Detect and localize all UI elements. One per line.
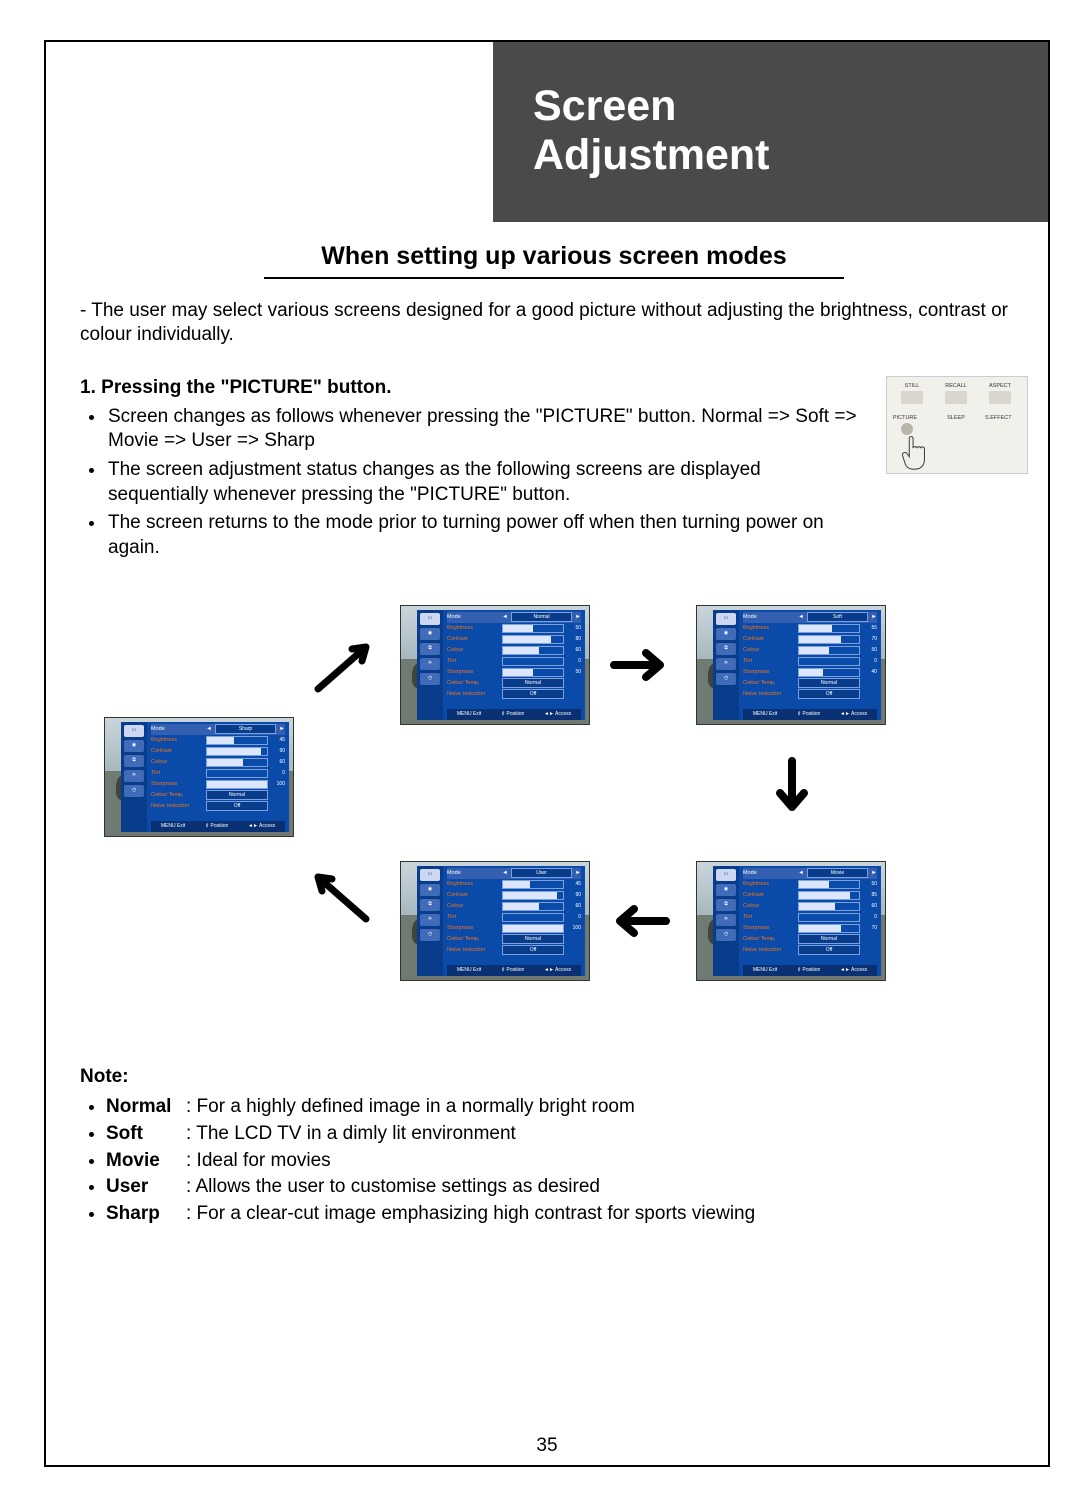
manual-page: Screen Adjustment When setting up variou… (0, 0, 1080, 1507)
notes-heading: Note: (80, 1065, 1028, 1090)
step-bullet: Screen changes as follows whenever press… (106, 405, 866, 454)
note-term: Sharp (106, 1202, 186, 1227)
remote-illustration: STILL RECALL ASPECT PICTURE SLEEP S.EFFE… (886, 376, 1028, 474)
arrow-icon (312, 865, 382, 925)
note-item: User: Allows the user to customise setti… (106, 1175, 1028, 1200)
step-text: 1. Pressing the "PICTURE" button. Screen… (80, 376, 866, 565)
content-area: When setting up various screen modes - T… (80, 240, 1028, 1229)
arrow-down-icon (774, 757, 810, 817)
hand-pointer-icon (899, 433, 929, 471)
note-desc: : Allows the user to customise settings … (186, 1176, 600, 1197)
page-number: 35 (46, 1435, 1048, 1457)
note-item: Soft: The LCD TV in a dimly lit environm… (106, 1122, 1028, 1147)
page-border: Screen Adjustment When setting up variou… (44, 40, 1050, 1467)
chapter-line-1: Screen (533, 82, 1048, 131)
arrow-left-icon (610, 903, 670, 939)
step-number: 1. (80, 377, 96, 398)
note-item: Movie: Ideal for movies (106, 1149, 1028, 1174)
note-desc: : For a highly defined image in a normal… (186, 1096, 635, 1117)
step-bullets: Screen changes as follows whenever press… (80, 405, 866, 561)
remote-label-recall: RECALL (943, 383, 969, 390)
osd-screen-sharp: ▭ ◉ ⧉ ✳ ◷ Mode◄Sharp► Brightness45 Contr… (104, 717, 294, 837)
note-term: Movie (106, 1149, 186, 1174)
screen-mode-diagram: ▭ ◉ ⧉ ✳ ◷ Mode◄Normal► Brightness50 Cont… (80, 605, 1028, 1035)
remote-button-recall (945, 391, 967, 404)
osd-screen-movie: ▭ ◉ ⧉ ✳ ◷ Mode◄Movie► Brightness50 Contr… (696, 861, 886, 981)
note-term: User (106, 1175, 186, 1200)
remote-button-aspect (989, 391, 1011, 404)
remote-button-still (901, 391, 923, 404)
section-title: When setting up various screen modes (264, 240, 844, 279)
note-term: Soft (106, 1122, 186, 1147)
remote-label-sleep: SLEEP (943, 415, 969, 422)
note-desc: : Ideal for movies (186, 1150, 331, 1171)
note-desc: : For a clear-cut image emphasizing high… (186, 1203, 755, 1224)
remote-label-seffect: S.EFFECT (985, 415, 1011, 422)
step-title: Pressing the "PICTURE" button. (101, 377, 391, 398)
osd-screen-soft: ▭ ◉ ⧉ ✳ ◷ Mode◄Soft► Brightness55 Contra… (696, 605, 886, 725)
chapter-line-2: Adjustment (533, 131, 1048, 180)
intro-text: - The user may select various screens de… (80, 299, 1028, 348)
osd-screen-user: ▭ ◉ ⧉ ✳ ◷ Mode◄User► Brightness45 Contra… (400, 861, 590, 981)
notes-section: Note: Normal: For a highly defined image… (80, 1065, 1028, 1227)
remote-label-still: STILL (899, 383, 925, 390)
note-item: Normal: For a highly defined image in a … (106, 1095, 1028, 1120)
note-item: Sharp: For a clear-cut image emphasizing… (106, 1202, 1028, 1227)
arrow-right-icon (610, 647, 670, 683)
note-desc: : The LCD TV in a dimly lit environment (186, 1123, 516, 1144)
osd-screen-normal: ▭ ◉ ⧉ ✳ ◷ Mode◄Normal► Brightness50 Cont… (400, 605, 590, 725)
remote-label-aspect: ASPECT (987, 383, 1013, 390)
step-bullet: The screen adjustment status changes as … (106, 458, 866, 507)
step-bullet: The screen returns to the mode prior to … (106, 511, 866, 560)
step-heading: 1. Pressing the "PICTURE" button. (80, 376, 866, 401)
step-1: 1. Pressing the "PICTURE" button. Screen… (80, 376, 1028, 565)
note-term: Normal (106, 1095, 186, 1120)
notes-list: Normal: For a highly defined image in a … (80, 1095, 1028, 1226)
chapter-title-box: Screen Adjustment (493, 42, 1048, 222)
arrow-icon (312, 635, 382, 695)
remote-label-picture: PICTURE (892, 415, 918, 422)
